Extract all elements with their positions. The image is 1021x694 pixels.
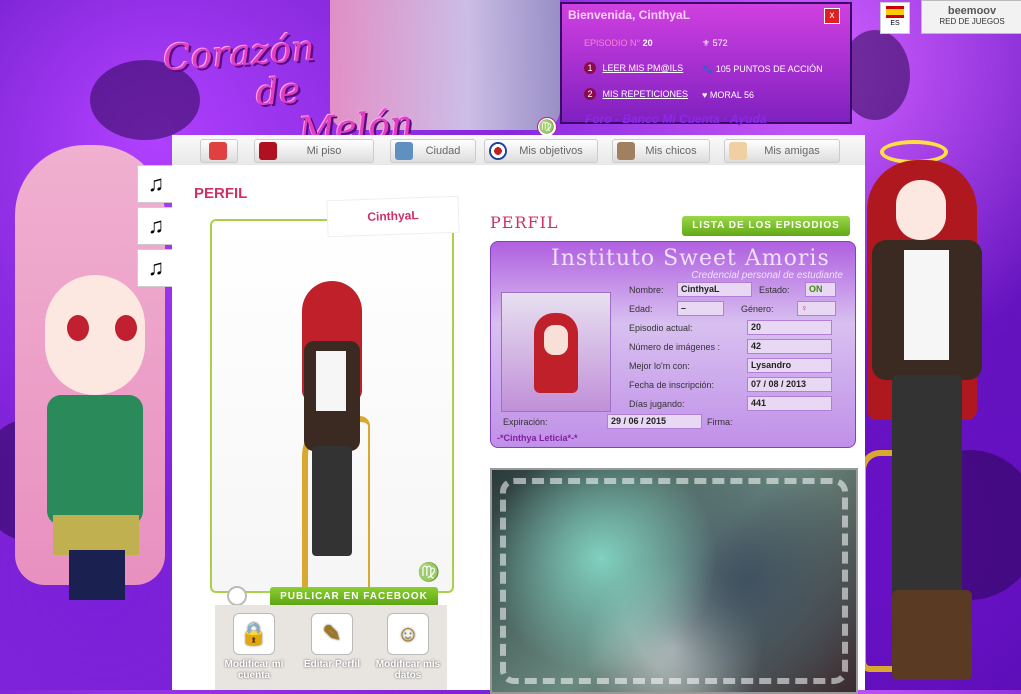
- nav-mis-chicos[interactable]: Mis chicos: [612, 139, 710, 163]
- nav-mi-piso[interactable]: Mi piso: [254, 139, 374, 163]
- paw-icon: 🐾: [702, 64, 714, 74]
- zodiac-icon: ♍: [417, 562, 440, 582]
- nav-ciudad[interactable]: Ciudad: [390, 139, 476, 163]
- music-note-icon[interactable]: ♫: [137, 249, 175, 287]
- zodiac-icon: ♍: [537, 117, 557, 137]
- close-button[interactable]: x: [824, 8, 840, 24]
- card-signature: -*Cinthya Leticia*-*: [497, 433, 578, 443]
- field-value: 42: [747, 339, 832, 354]
- game-logo[interactable]: Corazón de Melón: [162, 18, 468, 152]
- avatar-display: ♍: [210, 219, 454, 628]
- edit-profile-button[interactable]: ✎ Editar Perfil: [297, 613, 367, 670]
- field-value: 29 / 06 / 2015: [607, 414, 702, 429]
- main-content: Mi piso Ciudad Mis objetivos Mis chicos …: [172, 135, 865, 694]
- status-value: ON: [805, 282, 836, 297]
- field-label: Expiración:: [503, 417, 548, 427]
- nav-label: Mis amigas: [764, 145, 820, 157]
- mails-badge: 1: [584, 62, 596, 74]
- card-subtitle: Credencial personal de estudiante: [691, 270, 843, 281]
- heart-icon: ♥: [702, 90, 708, 100]
- episode-label: EPISODIO N°: [584, 38, 641, 48]
- action-label: Editar Perfil: [303, 659, 361, 670]
- episode-indicator: EPISODIO N° 20: [584, 38, 653, 48]
- repetitions-label: MIS REPETICIONES: [602, 89, 689, 99]
- field-label: Episodio actual:: [629, 323, 693, 333]
- card-photo: [501, 292, 611, 412]
- student-id-card: Instituto Sweet Amoris Credencial person…: [490, 241, 856, 448]
- publish-facebook-button[interactable]: PUBLICAR EN FACEBOOK: [270, 587, 438, 607]
- field-label: Género:: [741, 304, 774, 314]
- field-value: –: [677, 301, 724, 316]
- language-code: ES: [890, 20, 900, 27]
- brand-name: beemoov: [947, 5, 997, 17]
- header-links[interactable]: Foro - Banco Mi Cuenta · Ayuda: [585, 112, 767, 126]
- fleur-stat: ⚜ 572: [702, 38, 728, 49]
- field-value: Lysandro: [747, 358, 832, 373]
- music-note-icon[interactable]: ♫: [137, 165, 175, 203]
- nav-mis-amigas[interactable]: Mis amigas: [724, 139, 840, 163]
- nav-label: Mi piso: [306, 145, 342, 157]
- field-label: Estado:: [759, 285, 790, 295]
- character-face-icon: ☺: [387, 613, 429, 655]
- fleur-icon: ⚜: [702, 38, 711, 48]
- nav-label: Ciudad: [425, 145, 461, 157]
- field-label: Nombre:: [629, 285, 664, 295]
- language-selector[interactable]: ES: [880, 2, 910, 34]
- repetitions-badge: 2: [584, 88, 596, 100]
- page-title: PERFIL: [194, 185, 248, 202]
- nav-mis-objetivos[interactable]: Mis objetivos: [484, 139, 598, 163]
- profile-actions: 🔒 Modificar mi cuenta ✎ Editar Perfil ☺ …: [215, 605, 447, 690]
- field-label: Fecha de inscripción:: [629, 380, 715, 390]
- pen-icon: ✎: [311, 613, 353, 655]
- field-label: Número de imágenes :: [629, 342, 721, 352]
- field-label: Mejor lo'm con:: [629, 361, 690, 371]
- nav-home[interactable]: [200, 139, 238, 163]
- nav-label: Mis chicos: [645, 145, 697, 157]
- moral-label: MORAL 56: [709, 90, 755, 100]
- fleur-stat-value: 572: [712, 38, 728, 48]
- spain-flag-icon: [886, 6, 904, 18]
- welcome-text: Bienvenida, CinthyaL: [568, 8, 691, 22]
- beemoov-logo[interactable]: beemoov RED DE JUEGOS: [921, 0, 1021, 34]
- gender-icon: ♀: [797, 301, 836, 316]
- action-points: 🐾 105 PUNTOS DE ACCIÓN: [702, 64, 823, 75]
- moral-stat: ♥ MORAL 56: [702, 90, 754, 100]
- radio-toggle[interactable]: [227, 586, 247, 606]
- field-label: Firma:: [707, 417, 733, 427]
- action-points-label: 105 PUNTOS DE ACCIÓN: [715, 64, 823, 74]
- episodes-list-button[interactable]: LISTA DE LOS EPISODIOS: [682, 216, 850, 236]
- player-status-panel: Bienvenida, CinthyaL x EPISODIO N° 20 ⚜ …: [560, 2, 852, 124]
- field-label: Días jugando:: [629, 399, 685, 409]
- home-icon: [209, 142, 227, 160]
- profile-heading: PERFIL: [490, 213, 559, 232]
- main-navigation: Mi piso Ciudad Mis objetivos Mis chicos …: [172, 135, 865, 165]
- profile-artwork-image: [490, 468, 858, 694]
- padlock-icon: 🔒: [233, 613, 275, 655]
- music-note-icon[interactable]: ♫: [137, 207, 175, 245]
- field-value: 441: [747, 396, 832, 411]
- field-value: 07 / 08 / 2013: [747, 377, 832, 392]
- modify-data-button[interactable]: ☺ Modificar mis datos: [373, 613, 443, 681]
- card-title: Instituto Sweet Amoris: [551, 246, 830, 271]
- mails-label: LEER MIS PM@ILS: [602, 63, 684, 73]
- repetitions-link[interactable]: 2 MIS REPETICIONES: [584, 88, 688, 100]
- action-label: Modificar mi cuenta: [224, 659, 284, 681]
- field-label: Edad:: [629, 304, 653, 314]
- field-value: 20: [747, 320, 832, 335]
- brand-subtitle: RED DE JUEGOS: [939, 17, 1005, 26]
- action-label: Modificar mis datos: [375, 659, 441, 681]
- right-character-illustration: [860, 150, 1021, 690]
- nav-label: Mis objetivos: [519, 145, 583, 157]
- player-name-tab: CinthyaL: [326, 195, 460, 238]
- field-value: CinthyaL: [677, 282, 752, 297]
- player-avatar: [272, 281, 392, 628]
- mails-link[interactable]: 1 LEER MIS PM@ILS: [584, 62, 683, 74]
- episode-value: 20: [642, 38, 653, 48]
- modify-account-button[interactable]: 🔒 Modificar mi cuenta: [219, 613, 289, 681]
